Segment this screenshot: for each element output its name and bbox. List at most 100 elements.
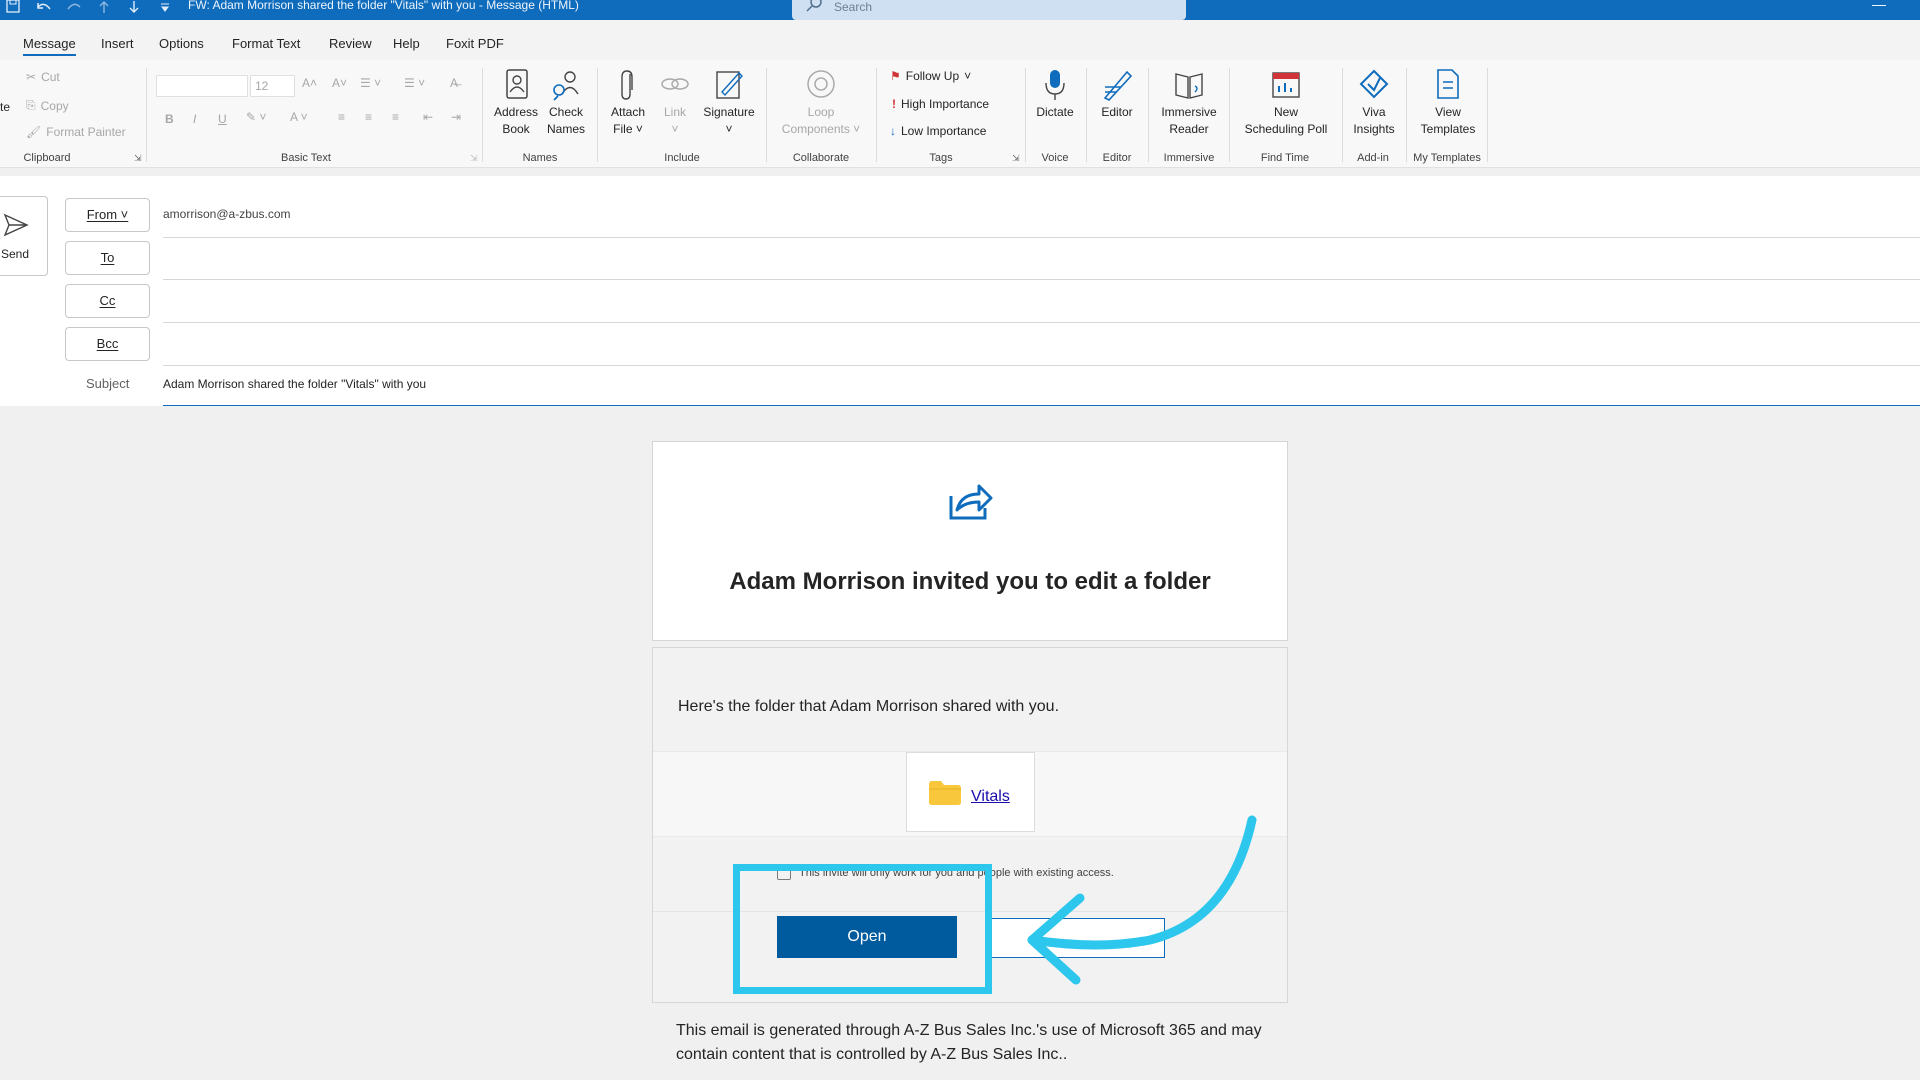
subject-field[interactable]: Adam Morrison shared the folder "Vitals"… bbox=[163, 377, 426, 391]
editor-label: Editor bbox=[1101, 105, 1133, 119]
low-importance-label: Low Importance bbox=[901, 124, 987, 138]
invite-description: Here's the folder that Adam Morrison sha… bbox=[678, 698, 1060, 715]
flag-icon: ⚑ bbox=[890, 69, 901, 83]
numbering-icon[interactable]: ☰ ˅ bbox=[404, 76, 425, 90]
bold-button[interactable]: B bbox=[165, 112, 174, 126]
basic-text-group-label: Basic Text bbox=[281, 152, 331, 164]
tab-message[interactable]: Message bbox=[23, 36, 76, 56]
send-button[interactable]: Send bbox=[0, 196, 48, 276]
bullets-icon[interactable]: ☰ ˅ bbox=[360, 76, 381, 90]
minimize-button[interactable]: — bbox=[1872, 0, 1886, 12]
font-size-value: 12 bbox=[255, 79, 269, 93]
viva-insights-button[interactable]: Viva Insights bbox=[1348, 68, 1400, 138]
clipboard-launcher-icon[interactable]: ⇲ bbox=[134, 153, 142, 164]
field-divider bbox=[163, 365, 1920, 366]
font-name-select[interactable] bbox=[156, 75, 248, 97]
dictate-button[interactable]: Dictate bbox=[1030, 68, 1080, 121]
cc-field[interactable] bbox=[163, 284, 1920, 318]
format-painter-button[interactable]: 🖌 Format Painter bbox=[26, 125, 126, 139]
field-divider bbox=[163, 322, 1920, 323]
search-box[interactable]: Search bbox=[792, 0, 1186, 20]
font-size-select[interactable]: 12 bbox=[250, 75, 295, 97]
tags-launcher-icon[interactable]: ⇲ bbox=[1012, 153, 1020, 164]
decrease-indent-icon[interactable]: ⇤ bbox=[423, 110, 433, 124]
check-names-button[interactable]: Check Names bbox=[542, 68, 590, 138]
tab-review[interactable]: Review bbox=[329, 36, 372, 51]
check-names-icon bbox=[553, 71, 579, 101]
high-importance-button[interactable]: ! High Importance bbox=[892, 97, 989, 111]
italic-button[interactable]: I bbox=[193, 112, 196, 126]
from-value: amorrison@a-zbus.com bbox=[163, 207, 291, 221]
voice-group-label: Voice bbox=[1041, 152, 1069, 164]
tab-help[interactable]: Help bbox=[393, 36, 420, 51]
to-field[interactable] bbox=[163, 241, 1920, 275]
bcc-field[interactable] bbox=[163, 327, 1920, 361]
dictate-label: Dictate bbox=[1036, 105, 1074, 119]
immersive-reader-button[interactable]: Immersive Reader bbox=[1154, 68, 1224, 138]
align-left-icon[interactable]: ≡ bbox=[338, 110, 345, 124]
up-arrow-icon[interactable] bbox=[98, 0, 110, 14]
tab-insert[interactable]: Insert bbox=[101, 36, 134, 51]
ribbon-tabs: Message Insert Options Format Text Revie… bbox=[0, 20, 1920, 60]
follow-up-button[interactable]: ⚑ Follow Up ˅ bbox=[890, 69, 971, 83]
loop-components-button[interactable]: Loop Components ˅ bbox=[773, 68, 869, 138]
increase-indent-icon[interactable]: ⇥ bbox=[451, 110, 461, 124]
highlight-color-icon[interactable]: ✎ ˅ bbox=[246, 110, 266, 124]
collaborate-group-label: Collaborate bbox=[792, 152, 850, 164]
redo-icon[interactable] bbox=[66, 0, 82, 14]
names-group-label: Names bbox=[522, 152, 558, 164]
cc-button[interactable]: Cc bbox=[65, 284, 150, 318]
tab-format-text[interactable]: Format Text bbox=[232, 36, 300, 51]
cut-button[interactable]: ✂ Cut bbox=[26, 70, 60, 84]
paste-button[interactable]: te bbox=[0, 100, 10, 114]
brush-icon: 🖌 bbox=[26, 125, 42, 139]
copy-button[interactable]: ⎘ Copy bbox=[26, 98, 69, 113]
ribbon-separator bbox=[1025, 68, 1026, 162]
attach-file-button[interactable]: Attach File ˅ bbox=[604, 68, 652, 138]
save-icon[interactable] bbox=[6, 0, 20, 14]
editor-icon bbox=[1103, 70, 1133, 101]
add-in-group-label: Add-in bbox=[1357, 152, 1389, 164]
ribbon-separator bbox=[597, 68, 598, 162]
tab-options[interactable]: Options bbox=[159, 36, 204, 51]
search-icon bbox=[806, 0, 822, 12]
low-importance-button[interactable]: ↓ Low Importance bbox=[890, 124, 986, 138]
editor-group-label: Editor bbox=[1102, 152, 1132, 164]
ribbon-separator bbox=[876, 68, 877, 162]
font-color-icon[interactable]: A ˅ bbox=[290, 110, 308, 124]
folder-icon bbox=[929, 781, 961, 805]
follow-up-label: Follow Up bbox=[905, 69, 960, 83]
ribbon-separator bbox=[1148, 68, 1149, 162]
immersive-label-1: Immersive bbox=[1161, 105, 1217, 119]
message-header: Send From ˅ amorrison@a-zbus.com To Cc B… bbox=[0, 176, 1920, 406]
align-center-icon[interactable]: ≡ bbox=[365, 110, 372, 124]
immersive-group-label: Immersive bbox=[1163, 152, 1215, 164]
new-scheduling-poll-button[interactable]: New Scheduling Poll bbox=[1236, 68, 1336, 138]
align-right-icon[interactable]: ≡ bbox=[392, 110, 399, 124]
to-button[interactable]: To bbox=[65, 241, 150, 275]
window-title: FW: Adam Morrison shared the folder "Vit… bbox=[188, 0, 579, 12]
grow-font-icon[interactable]: A˄ bbox=[302, 76, 317, 90]
underline-button[interactable]: U bbox=[218, 112, 227, 126]
send-label: Send bbox=[1, 247, 30, 261]
shrink-font-icon[interactable]: A˅ bbox=[332, 76, 347, 90]
customize-qat-icon[interactable] bbox=[160, 0, 170, 14]
basic-text-launcher-icon[interactable]: ⇲ bbox=[470, 153, 478, 164]
undo-icon[interactable] bbox=[36, 0, 52, 14]
paperclip-icon bbox=[621, 70, 633, 100]
ribbon-separator bbox=[1342, 68, 1343, 162]
exclamation-icon: ! bbox=[892, 97, 896, 111]
styles-icon[interactable]: A̶ bbox=[450, 76, 458, 90]
ribbon-separator bbox=[1406, 68, 1407, 162]
down-arrow-icon[interactable] bbox=[128, 0, 140, 14]
templates-label-1: View bbox=[1435, 105, 1461, 119]
from-button[interactable]: From ˅ bbox=[65, 198, 150, 232]
signature-button[interactable]: Signature ˅ bbox=[698, 68, 760, 138]
address-book-button[interactable]: Address Book bbox=[490, 68, 542, 138]
link-button[interactable]: Link ˅ bbox=[656, 68, 694, 138]
tab-foxit-pdf[interactable]: Foxit PDF bbox=[446, 36, 504, 51]
bcc-button[interactable]: Bcc bbox=[65, 327, 150, 361]
ribbon-separator bbox=[1487, 68, 1488, 162]
view-templates-button[interactable]: View Templates bbox=[1412, 68, 1484, 138]
editor-button[interactable]: Editor bbox=[1092, 68, 1142, 121]
